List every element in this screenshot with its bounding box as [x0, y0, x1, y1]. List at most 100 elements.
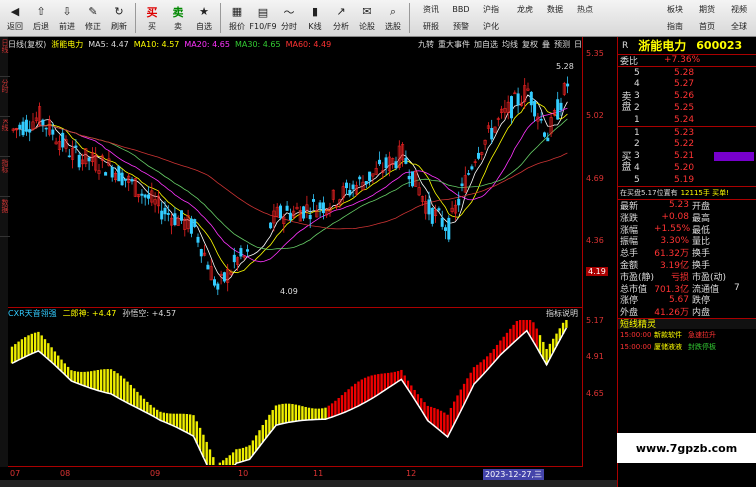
menu-data[interactable]: 数据 — [541, 2, 569, 18]
menu-news[interactable]: 资讯 — [417, 2, 445, 18]
tool-nine-turn[interactable]: 九转 — [418, 39, 434, 50]
sell-level[interactable]: 4 5.27 — [632, 79, 756, 91]
buy-level[interactable]: 5 5.19 — [632, 174, 756, 186]
sell-level[interactable]: 2 5.25 — [632, 102, 756, 114]
indicator-help-button[interactable]: 指标说明 — [546, 308, 578, 319]
candle-body — [509, 96, 513, 119]
candle-body — [180, 210, 184, 221]
candle-body — [490, 127, 494, 140]
market-prefix: R — [622, 40, 629, 51]
quote-panel: R 浙能电力 600023 委比 +7.36% 卖盘 5 5.28 4 5.27 3 5.… — [617, 37, 756, 487]
book-level: 2 — [634, 103, 640, 114]
candle-body — [269, 222, 273, 229]
indicator-chart[interactable] — [8, 320, 582, 465]
candle-body — [213, 279, 217, 286]
tool-ma[interactable]: 均线 — [502, 39, 518, 50]
menu-hk[interactable]: 沪化 — [477, 19, 505, 35]
tool-day[interactable]: 日 — [574, 39, 582, 50]
ma20-label: MA20: 4.65 — [184, 40, 230, 49]
tool-adjust[interactable]: 复权 — [522, 39, 538, 50]
document-icon: ▤ — [257, 6, 269, 19]
indicator-bars — [10, 320, 568, 465]
menu-bbd[interactable]: BBD — [447, 2, 475, 18]
price-chart[interactable]: 5.28 4.09 — [8, 52, 582, 307]
candle-body — [160, 210, 164, 220]
buy-level[interactable]: 3 5.21 — [632, 150, 756, 162]
candle-body — [368, 171, 372, 182]
low-price-label: 4.09 — [280, 287, 298, 296]
menu-home[interactable]: 首页 — [692, 19, 722, 35]
elf-item[interactable]: 15:00:00 厦储液液 封跌停板 — [618, 341, 756, 353]
kline-button[interactable]: ▮ K线 — [302, 1, 328, 35]
elf-list: 15:00:00 新款软件 急速拉升 15:00:00 厦储液液 封跌停板 — [618, 329, 756, 353]
candle-body — [384, 157, 388, 169]
buy-level[interactable]: 4 5.20 — [632, 162, 756, 174]
sell-book: 卖盘 5 5.28 4 5.27 3 5.26 2 5.25 1 5.24 — [618, 67, 756, 127]
x-tick: 09 — [150, 469, 161, 478]
menu-video[interactable]: 视频 — [724, 2, 754, 18]
candle-body — [358, 176, 362, 180]
menu-futures[interactable]: 期货 — [692, 2, 722, 18]
refresh-button[interactable]: ↻ 刷新 — [106, 1, 132, 35]
prev-button[interactable]: ⇧ 后退 — [28, 1, 54, 35]
analysis-button[interactable]: ↗ 分析 — [328, 1, 354, 35]
stat-value: 41.26万 — [654, 308, 689, 319]
book-price: 5.22 — [674, 139, 695, 150]
ma-line — [12, 94, 568, 281]
buy-level[interactable]: 1 5.23 — [632, 127, 756, 139]
f10-button[interactable]: ▤ F10/F9 — [249, 1, 276, 35]
indicator-name[interactable]: CXR天音翎强 — [8, 308, 57, 319]
edit-button[interactable]: ✎ 修正 — [80, 1, 106, 35]
tool-overlay[interactable]: 叠 — [542, 39, 550, 50]
site-watermark: www.7gpzb.com — [617, 433, 756, 463]
stat-value: +0.08 — [661, 212, 689, 223]
menu-dragon[interactable]: 龙虎 — [511, 2, 539, 18]
menu-guide[interactable]: 指南 — [660, 19, 690, 35]
quote-button[interactable]: ▦ 报价 — [224, 1, 250, 35]
x-tick: 07 — [10, 469, 21, 478]
menu-sector[interactable]: 板块 — [660, 2, 690, 18]
buy-level[interactable]: 2 5.22 — [632, 139, 756, 151]
y-tick: 4.91 — [586, 352, 604, 361]
sell-button[interactable]: 卖卖 — [165, 1, 191, 35]
indicator-param-1: 二郎神: +4.47 — [62, 309, 117, 318]
menu-index[interactable]: 沪指 — [477, 2, 505, 18]
menu-global[interactable]: 全球 — [724, 19, 754, 35]
buy-button[interactable]: 买买 — [139, 1, 165, 35]
book-price: 5.21 — [674, 151, 695, 162]
menu-research[interactable]: 研报 — [417, 19, 445, 35]
forum-button[interactable]: ✉ 论股 — [354, 1, 380, 35]
candle-body — [529, 91, 533, 106]
next-button[interactable]: ⇩ 前进 — [54, 1, 80, 35]
candle-body — [516, 93, 520, 106]
menu-hot[interactable]: 热点 — [571, 2, 599, 18]
tool-forecast[interactable]: 预测 — [554, 39, 570, 50]
elf-cell: 15:00:00 — [620, 331, 652, 340]
watchlist-button[interactable]: ★ 自选 — [191, 1, 217, 35]
divider — [409, 3, 410, 33]
sell-level[interactable]: 3 5.26 — [632, 90, 756, 102]
tool-events[interactable]: 重大事件 — [438, 39, 470, 50]
menu-alert[interactable]: 预警 — [447, 19, 475, 35]
picker-button[interactable]: ⌕ 选股 — [380, 1, 406, 35]
candle-body — [348, 189, 352, 196]
candle-body — [410, 171, 414, 187]
x-tick: 08 — [60, 469, 71, 478]
sell-level[interactable]: 5 5.28 — [632, 67, 756, 79]
candle-body — [28, 129, 32, 133]
elf-title[interactable]: 短线精灵 — [620, 317, 656, 330]
elf-item[interactable]: 15:00:00 新款软件 急速拉升 — [618, 329, 756, 341]
stock-code: 600023 — [696, 39, 743, 52]
candle-body — [407, 175, 411, 180]
period-label[interactable]: 日线(复权) — [8, 39, 46, 50]
stat-value: 5.23 — [668, 200, 689, 211]
tool-add-watch[interactable]: 加自选 — [474, 39, 498, 50]
stat-value: 5.67 — [668, 294, 689, 305]
candle-body — [476, 152, 480, 159]
back-button[interactable]: ◀ 返回 — [2, 1, 28, 35]
book-level: 4 — [634, 79, 640, 90]
candle-body — [163, 207, 167, 215]
candle-body — [440, 217, 444, 227]
timeshare-button[interactable]: 〜分时 — [276, 1, 302, 35]
sell-level[interactable]: 1 5.24 — [632, 114, 756, 126]
